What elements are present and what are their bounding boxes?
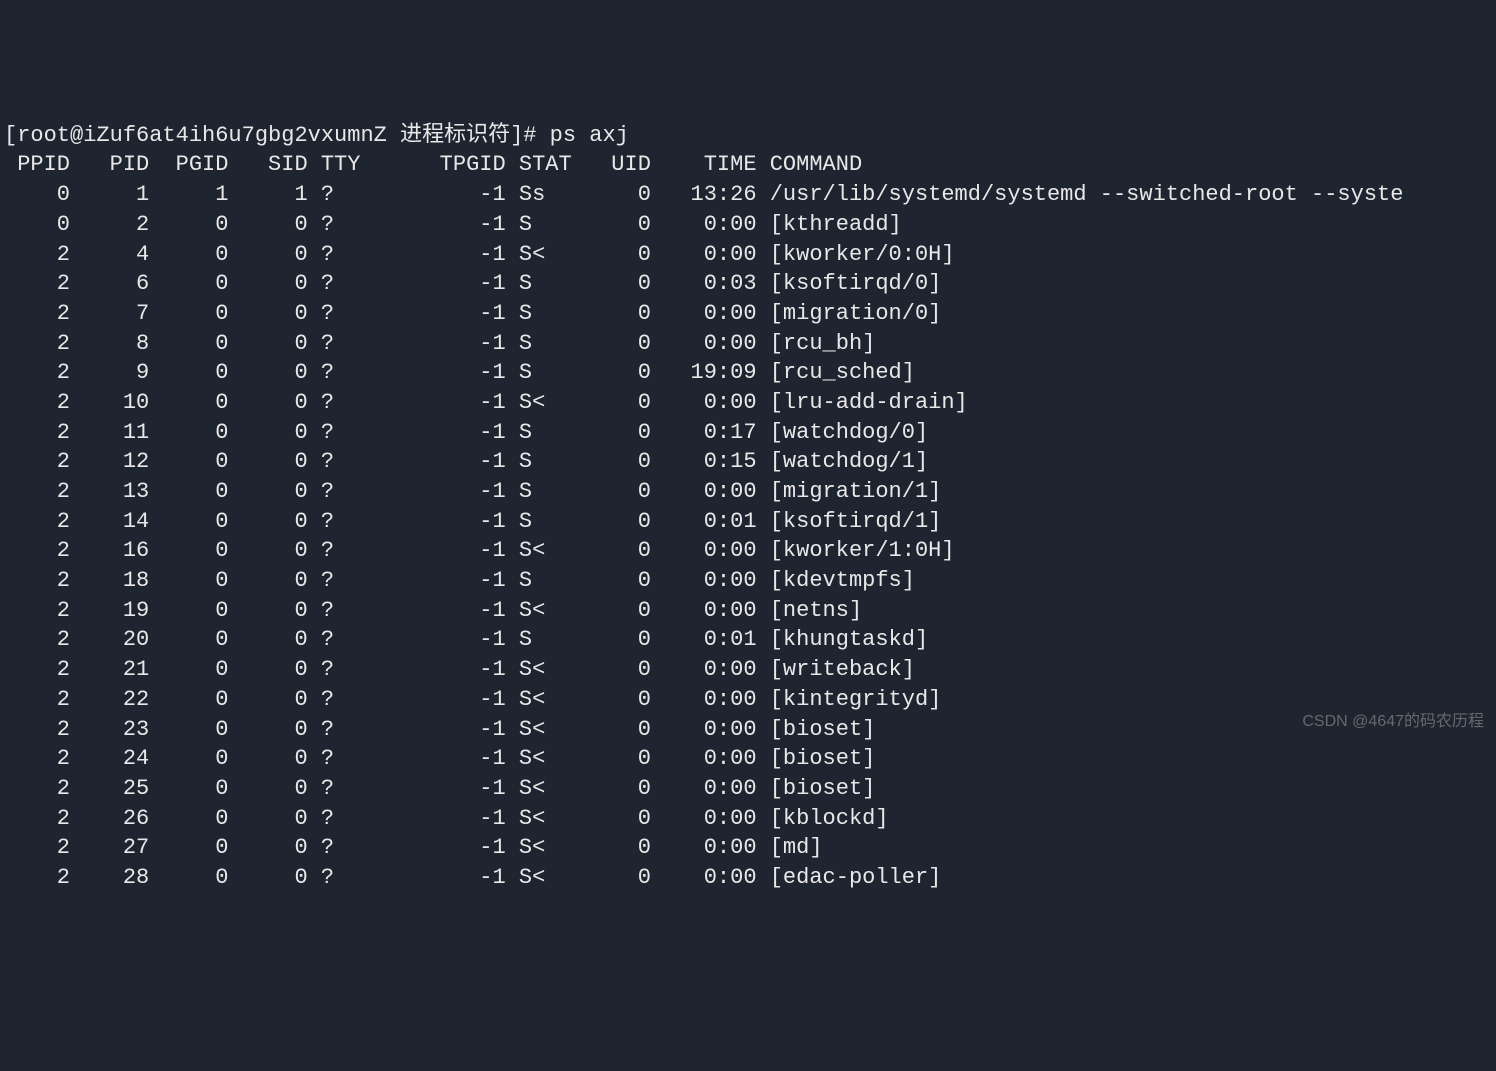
table-row: 2 26 0 0 ? -1 S< 0 0:00 [kblockd]: [4, 804, 1492, 834]
table-row: 2 14 0 0 ? -1 S 0 0:01 [ksoftirqd/1]: [4, 507, 1492, 537]
table-row: 2 4 0 0 ? -1 S< 0 0:00 [kworker/0:0H]: [4, 240, 1492, 270]
table-row: 2 13 0 0 ? -1 S 0 0:00 [migration/1]: [4, 477, 1492, 507]
table-row: 2 25 0 0 ? -1 S< 0 0:00 [bioset]: [4, 774, 1492, 804]
table-row: 2 23 0 0 ? -1 S< 0 0:00 [bioset]: [4, 715, 1492, 745]
table-header: PPID PID PGID SID TTY TPGID STAT UID TIM…: [4, 150, 1492, 180]
prompt-line: [root@iZuf6at4ih6u7gbg2vxumnZ 进程标识符]# ps…: [4, 121, 1492, 151]
table-row: 2 7 0 0 ? -1 S 0 0:00 [migration/0]: [4, 299, 1492, 329]
table-row: 2 11 0 0 ? -1 S 0 0:17 [watchdog/0]: [4, 418, 1492, 448]
table-row: 2 28 0 0 ? -1 S< 0 0:00 [edac-poller]: [4, 863, 1492, 893]
table-row: 2 6 0 0 ? -1 S 0 0:03 [ksoftirqd/0]: [4, 269, 1492, 299]
table-row: 2 10 0 0 ? -1 S< 0 0:00 [lru-add-drain]: [4, 388, 1492, 418]
table-row: 2 27 0 0 ? -1 S< 0 0:00 [md]: [4, 833, 1492, 863]
table-row: 2 19 0 0 ? -1 S< 0 0:00 [netns]: [4, 596, 1492, 626]
table-row: 2 18 0 0 ? -1 S 0 0:00 [kdevtmpfs]: [4, 566, 1492, 596]
table-row: 2 24 0 0 ? -1 S< 0 0:00 [bioset]: [4, 744, 1492, 774]
table-row: 2 9 0 0 ? -1 S 0 19:09 [rcu_sched]: [4, 358, 1492, 388]
table-row: 2 16 0 0 ? -1 S< 0 0:00 [kworker/1:0H]: [4, 536, 1492, 566]
table-row: 2 20 0 0 ? -1 S 0 0:01 [khungtaskd]: [4, 625, 1492, 655]
table-row: 2 22 0 0 ? -1 S< 0 0:00 [kintegrityd]: [4, 685, 1492, 715]
table-row: 2 8 0 0 ? -1 S 0 0:00 [rcu_bh]: [4, 329, 1492, 359]
watermark-text: CSDN @4647的码农历程: [1302, 711, 1484, 733]
terminal-output[interactable]: [root@iZuf6at4ih6u7gbg2vxumnZ 进程标识符]# ps…: [4, 121, 1492, 893]
table-row: 0 1 1 1 ? -1 Ss 0 13:26 /usr/lib/systemd…: [4, 180, 1492, 210]
table-row: 0 2 0 0 ? -1 S 0 0:00 [kthreadd]: [4, 210, 1492, 240]
table-row: 2 12 0 0 ? -1 S 0 0:15 [watchdog/1]: [4, 447, 1492, 477]
table-row: 2 21 0 0 ? -1 S< 0 0:00 [writeback]: [4, 655, 1492, 685]
